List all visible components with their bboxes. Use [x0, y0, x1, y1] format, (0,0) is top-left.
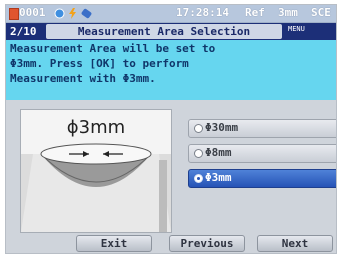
- bluetooth-icon: [81, 8, 92, 19]
- option-30mm[interactable]: Φ30mm: [188, 119, 336, 138]
- clock: 17:28:14: [176, 6, 229, 19]
- message-line: Measurement Area will be set to: [10, 42, 216, 55]
- sample-number: 0001: [19, 6, 46, 19]
- page-indicator: 2/10: [10, 25, 37, 38]
- lightning-icon: [69, 8, 76, 19]
- measurement-area-illustration: ϕ3mm: [20, 109, 172, 233]
- illustration-label: ϕ3mm: [66, 117, 126, 138]
- title-bar: 2/10 Measurement Area Selection MENU: [6, 23, 336, 40]
- exit-button[interactable]: Exit: [76, 235, 152, 252]
- radio-icon: [194, 124, 203, 133]
- previous-button[interactable]: Previous: [169, 235, 245, 252]
- menu-icon[interactable]: MENU: [288, 25, 305, 33]
- status-bar: 0001 17:28:14 Ref 3mm SCE: [6, 5, 336, 23]
- message-line: Φ3mm. Press [OK] to perform: [10, 57, 189, 70]
- radio-icon: [194, 149, 203, 158]
- mode-indicator: SCE: [311, 6, 331, 19]
- next-button[interactable]: Next: [257, 235, 333, 252]
- target-icon: [54, 8, 65, 19]
- option-label: Φ3mm: [205, 171, 232, 184]
- radio-selected-icon: [194, 174, 203, 183]
- option-3mm[interactable]: Φ3mm: [188, 169, 336, 188]
- option-label: Φ30mm: [205, 121, 239, 134]
- page-title: Measurement Area Selection: [46, 24, 282, 39]
- aperture-icon: [21, 143, 171, 232]
- device-screen: 0001 17:28:14 Ref 3mm SCE 2/10 Measureme…: [5, 4, 337, 254]
- option-label: Φ8mm: [205, 146, 232, 159]
- ref-indicator: Ref: [245, 6, 265, 19]
- message-panel: Measurement Area will be set to Φ3mm. Pr…: [6, 40, 336, 100]
- message-line: Measurement with Φ3mm.: [10, 72, 156, 85]
- option-8mm[interactable]: Φ8mm: [188, 144, 336, 163]
- sample-icon: [9, 8, 19, 20]
- area-indicator: 3mm: [278, 6, 298, 19]
